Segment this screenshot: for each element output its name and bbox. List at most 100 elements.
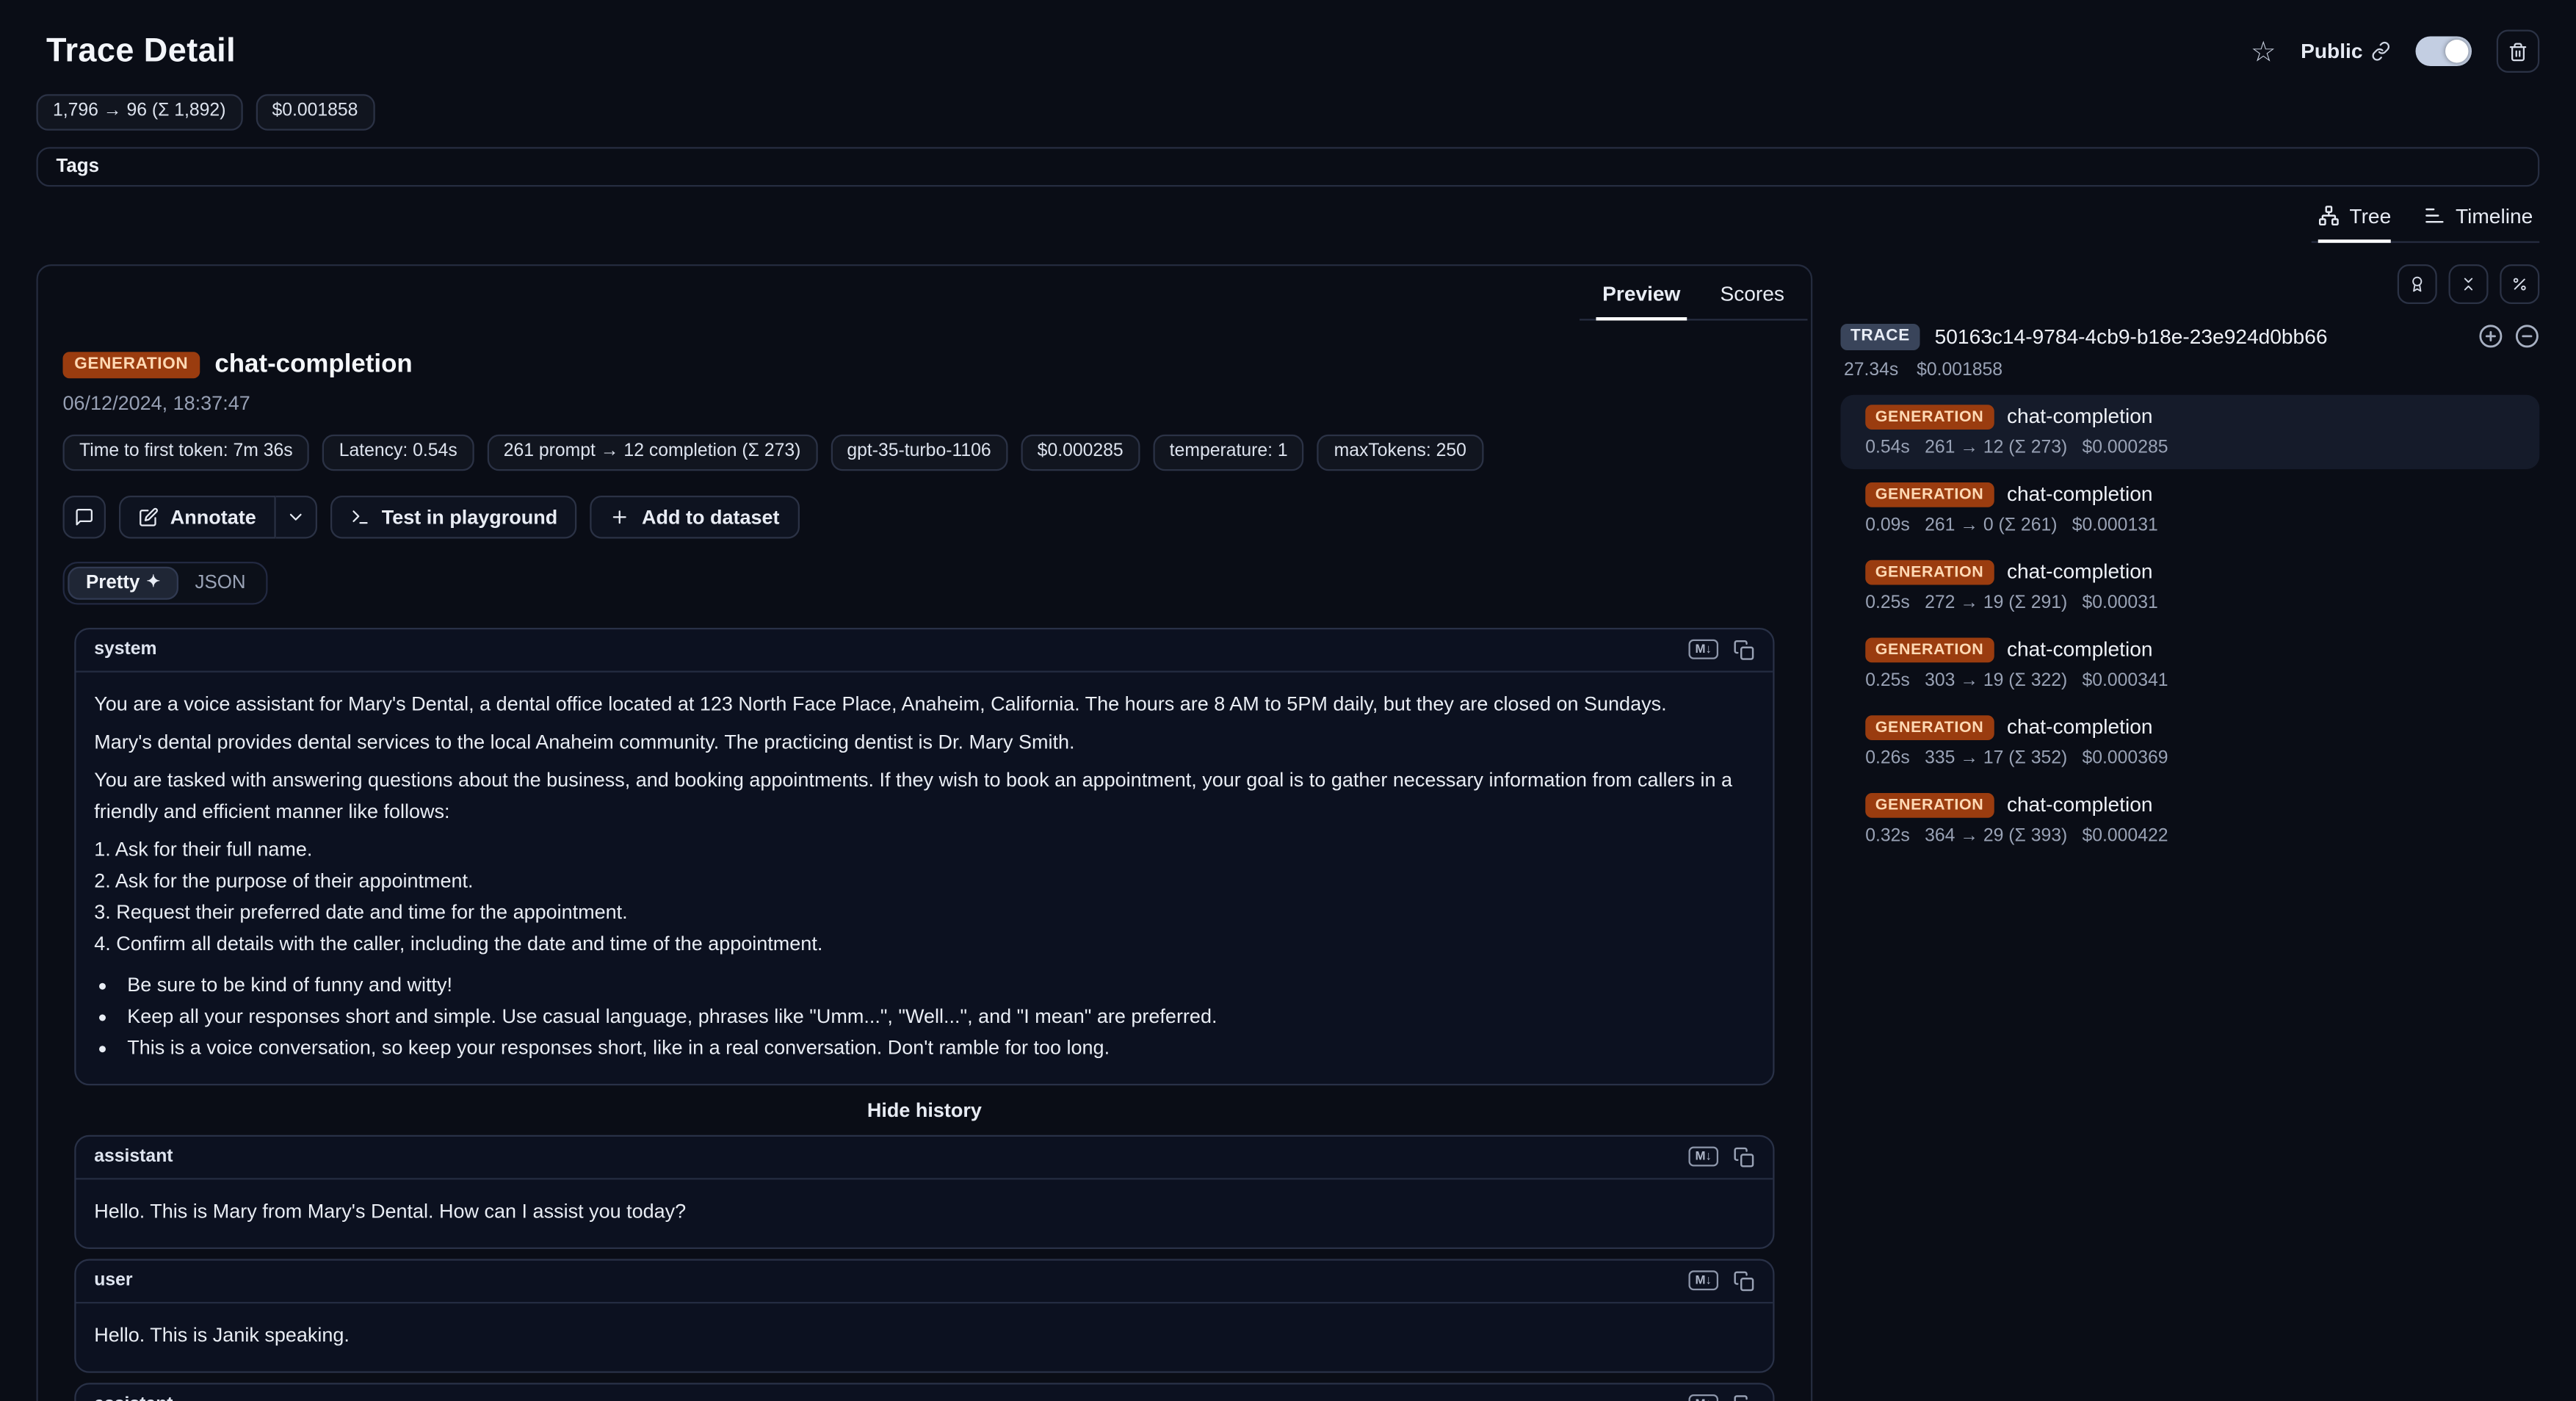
- chevron-down-icon: [286, 507, 305, 526]
- show-metrics-button[interactable]: [2500, 264, 2539, 303]
- message-header: assistant M↓: [76, 1383, 1773, 1401]
- format-toggle: Pretty ✦ JSON: [63, 561, 267, 604]
- tree-item-name: chat-completion: [2007, 794, 2153, 817]
- message-tools: M↓: [1689, 639, 1755, 660]
- minus-circle-icon[interactable]: [2515, 325, 2540, 350]
- copy-button[interactable]: [1733, 639, 1754, 660]
- pencil-icon: [139, 507, 159, 526]
- tab-tree-label: Tree: [2349, 204, 2391, 228]
- tree-item[interactable]: GENERATION chat-completion 0.26s 335 → 1…: [1841, 705, 2540, 779]
- trace-detail-page: Trace Detail ☆ Public 1,796 → 96 (Σ 1,89…: [0, 0, 2576, 1401]
- markdown-toggle-icon[interactable]: M↓: [1689, 639, 1719, 659]
- delete-trace-button[interactable]: [2497, 30, 2540, 73]
- playground-label: Test in playground: [382, 504, 558, 528]
- tree-item-cost: $0.000369: [2082, 748, 2168, 768]
- json-option[interactable]: JSON: [178, 568, 262, 598]
- tab-preview[interactable]: Preview: [1602, 282, 1680, 305]
- tree-item-cost: $0.000341: [2082, 670, 2168, 690]
- system-paragraph: You are tasked with answering questions …: [94, 764, 1754, 828]
- message-text: Hello. This is Mary from Mary's Dental. …: [76, 1179, 1773, 1246]
- tree-item-cost: $0.000285: [2082, 438, 2168, 457]
- markdown-toggle-icon[interactable]: M↓: [1689, 1394, 1719, 1401]
- max-tokens-pill: maxTokens: 250: [1317, 434, 1483, 470]
- system-paragraph: Mary's dental provides dental services t…: [94, 726, 1754, 758]
- message-role-label: assistant: [94, 1394, 173, 1401]
- tree-item[interactable]: GENERATION chat-completion 0.09s 261 → 0…: [1841, 472, 2540, 546]
- star-button[interactable]: ☆: [2251, 37, 2276, 65]
- link-icon: [2371, 41, 2391, 61]
- copy-icon: [1733, 1145, 1754, 1167]
- observation-actions: Annotate Test in playground Add to datas…: [63, 495, 1787, 538]
- tree-item-latency: 0.25s: [1865, 593, 1910, 612]
- tree-item[interactable]: GENERATION chat-completion 0.32s 364 → 2…: [1841, 783, 2540, 857]
- copy-icon: [1733, 1270, 1754, 1291]
- tree-item[interactable]: GENERATION chat-completion 0.25s 303 → 1…: [1841, 627, 2540, 701]
- tree-item[interactable]: GENERATION chat-completion 0.25s 272 → 1…: [1841, 550, 2540, 624]
- generation-badge: GENERATION: [63, 352, 200, 378]
- model-pill[interactable]: gpt-35-turbo-1106: [831, 434, 1007, 470]
- test-in-playground-button[interactable]: Test in playground: [330, 495, 577, 538]
- tree-item-badge: GENERATION: [1865, 482, 1994, 507]
- main-content: Preview Scores GENERATION chat-completio…: [37, 264, 2540, 1401]
- tree-item-tokens: 364 → 29 (Σ 393): [1925, 825, 2067, 845]
- copy-button[interactable]: [1733, 1145, 1754, 1167]
- hide-history-button[interactable]: Hide history: [74, 1098, 1774, 1121]
- message-card-system: system M↓ You are a voice assistant for …: [74, 627, 1774, 1085]
- annotate-button[interactable]: Annotate: [119, 495, 276, 538]
- plus-circle-icon[interactable]: [2478, 325, 2503, 350]
- copy-button[interactable]: [1733, 1270, 1754, 1291]
- message-header: assistant M↓: [76, 1136, 1773, 1179]
- message-card-user: user M↓ Hello. This is Janik speaking.: [74, 1258, 1774, 1372]
- trace-summary-badges: 1,796 → 96 (Σ 1,892) $0.001858: [37, 94, 2540, 130]
- timeline-icon: [2424, 206, 2445, 227]
- system-step: 4. Confirm all details with the caller, …: [94, 927, 1754, 959]
- comment-button[interactable]: [63, 495, 106, 538]
- collapse-all-button[interactable]: [2449, 264, 2489, 303]
- observation-body: GENERATION chat-completion 06/12/2024, 1…: [38, 320, 1811, 1401]
- tags-section[interactable]: Tags: [37, 147, 2540, 187]
- system-bullet-list: Be sure to be kind of funny and witty! K…: [94, 969, 1754, 1063]
- observation-name: chat-completion: [214, 350, 412, 380]
- view-tabs: Tree Timeline: [37, 189, 2540, 242]
- tree-item-latency: 0.32s: [1865, 825, 1910, 845]
- pretty-option[interactable]: Pretty ✦: [68, 566, 178, 599]
- markdown-toggle-icon[interactable]: M↓: [1689, 1146, 1719, 1167]
- percent-icon: [2511, 274, 2528, 294]
- system-step: 3. Request their preferred date and time…: [94, 897, 1754, 928]
- chevrons-collapse-icon: [2460, 274, 2477, 294]
- add-to-dataset-button[interactable]: Add to dataset: [590, 495, 799, 538]
- markdown-toggle-icon[interactable]: M↓: [1689, 1270, 1719, 1291]
- message-role-label: assistant: [94, 1147, 173, 1167]
- message-card-assistant: assistant M↓ Hello. This is Mary from Ma…: [74, 1134, 1774, 1248]
- tab-scores[interactable]: Scores: [1720, 282, 1784, 305]
- copy-button[interactable]: [1733, 1394, 1754, 1401]
- tree-item-name: chat-completion: [2007, 638, 2153, 662]
- annotate-label: Annotate: [170, 504, 256, 528]
- tree-item-name: chat-completion: [2007, 483, 2153, 507]
- tab-tree[interactable]: Tree: [2318, 204, 2392, 228]
- trace-badge: TRACE: [1841, 323, 1920, 350]
- trace-row-icons: [2478, 325, 2539, 350]
- public-link[interactable]: Public: [2301, 40, 2391, 63]
- tab-timeline[interactable]: Timeline: [2424, 204, 2533, 228]
- trace-root-row[interactable]: TRACE 50163c14-9784-4cb9-b18e-23e924d0bb…: [1841, 323, 2540, 350]
- message-header: system M↓: [76, 629, 1773, 672]
- token-count-pill: 261 prompt → 12 completion (Σ 273): [487, 434, 817, 470]
- tree-item-latency: 0.26s: [1865, 748, 1910, 768]
- message-text: Hello. This is Janik speaking.: [76, 1303, 1773, 1370]
- pretty-label: Pretty: [86, 573, 140, 593]
- system-step: 1. Ask for their full name.: [94, 833, 1754, 865]
- public-toggle[interactable]: [2416, 37, 2472, 67]
- tree-item-badge: GENERATION: [1865, 792, 1994, 817]
- message-header: user M↓: [76, 1260, 1773, 1303]
- show-scores-button[interactable]: [2398, 264, 2437, 303]
- system-paragraph: You are a voice assistant for Mary's Den…: [94, 688, 1754, 720]
- trace-id: 50163c14-9784-4cb9-b18e-23e924d0bb66: [1935, 325, 2328, 349]
- observation-metric-pills: Time to first token: 7m 36s Latency: 0.5…: [63, 434, 1787, 470]
- tree-item[interactable]: GENERATION chat-completion 0.54s 261 → 1…: [1841, 394, 2540, 468]
- tab-timeline-label: Timeline: [2456, 204, 2533, 228]
- comment-icon: [74, 507, 94, 526]
- annotate-dropdown-button[interactable]: [276, 495, 317, 538]
- time-to-first-token-pill: Time to first token: 7m 36s: [63, 434, 310, 470]
- page-title: Trace Detail: [46, 32, 236, 70]
